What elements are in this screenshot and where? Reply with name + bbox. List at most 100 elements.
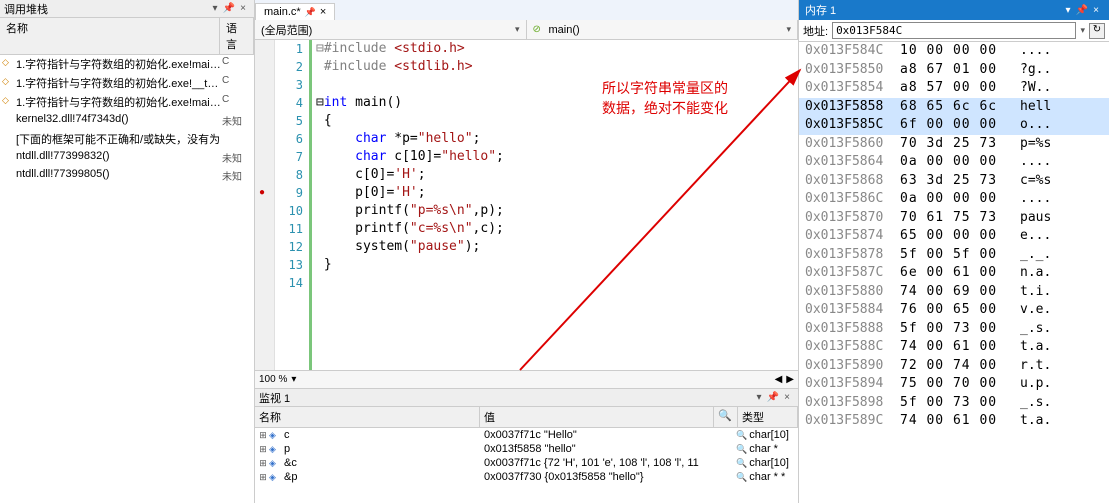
search-icon[interactable]: 🔍 — [714, 407, 738, 427]
col-name[interactable]: 名称 — [0, 18, 220, 54]
memory-row[interactable]: 0x013F588476 00 65 00v.e. — [799, 301, 1109, 320]
dock-icon[interactable]: ▾ — [752, 392, 766, 403]
code-line[interactable]: #include <stdlib.h> — [316, 58, 798, 76]
code-line[interactable] — [316, 274, 798, 292]
expand-icon[interactable]: ⊞ — [257, 444, 269, 455]
callstack-row[interactable]: ◇1.字符指针与字符数组的初始化.exe!__tmain C — [0, 74, 254, 93]
memory-row[interactable]: 0x013F588C74 00 61 00t.a. — [799, 338, 1109, 357]
tab-main-c[interactable]: main.c* 📌 × — [255, 3, 335, 20]
memory-row[interactable]: 0x013F589475 00 70 00u.p. — [799, 375, 1109, 394]
nav-left-icon[interactable]: ◀ — [775, 374, 783, 385]
memory-row[interactable]: 0x013F58985f 00 73 00_.s. — [799, 394, 1109, 413]
memory-row[interactable]: 0x013F585868 65 6c 6chell — [799, 98, 1109, 117]
chevron-down-icon[interactable]: ▾ — [1080, 25, 1085, 36]
code-area[interactable]: 所以字符串常量区的 数据，绝对不能变化 ⊟#include <stdio.h> … — [309, 40, 798, 370]
memory-row[interactable]: 0x013F58885f 00 73 00_.s. — [799, 320, 1109, 339]
code-line[interactable]: char c[10]="hello"; — [316, 148, 798, 166]
col-value[interactable]: 值 — [480, 407, 714, 427]
chevron-down-icon[interactable]: ▾ — [291, 374, 296, 385]
close-icon[interactable]: × — [320, 6, 326, 18]
code-line[interactable]: p[0]='H'; — [316, 184, 798, 202]
memory-row[interactable]: 0x013F585C6f 00 00 00o... — [799, 116, 1109, 135]
pin-icon[interactable]: 📌 — [305, 7, 316, 18]
memory-row[interactable]: 0x013F5854a8 57 00 00?W.. — [799, 79, 1109, 98]
pin-icon[interactable]: 📌 — [1075, 5, 1089, 16]
col-lang[interactable]: 语言 — [220, 18, 254, 54]
close-icon[interactable]: × — [236, 3, 250, 14]
memory-row[interactable]: 0x013F586C0a 00 00 00.... — [799, 190, 1109, 209]
breakpoint-slot[interactable] — [255, 256, 274, 274]
watch-row[interactable]: ⊞◈p0x013f5858 "hello"🔍char * — [255, 442, 798, 456]
scope-right[interactable]: ⊘ main() ▾ — [527, 20, 799, 39]
expand-icon[interactable]: ⊞ — [257, 458, 269, 469]
dock-icon[interactable]: ▾ — [1061, 5, 1075, 16]
code-line[interactable]: system("pause"); — [316, 238, 798, 256]
code-line[interactable]: ⊟#include <stdio.h> — [316, 40, 798, 58]
breakpoint-slot[interactable] — [255, 238, 274, 256]
memory-row[interactable]: 0x013F586863 3d 25 73c=%s — [799, 172, 1109, 191]
breakpoint-slot[interactable] — [255, 94, 274, 112]
watch-type: 🔍char * — [736, 443, 796, 455]
callstack-row[interactable]: [下面的框架可能不正确和/或缺失，没有为 — [0, 130, 254, 149]
watch-row[interactable]: ⊞◈c0x0037f71c "Hello"🔍char[10] — [255, 428, 798, 442]
code-line[interactable]: char *p="hello"; — [316, 130, 798, 148]
memory-row[interactable]: 0x013F589072 00 74 00r.t. — [799, 357, 1109, 376]
memory-row[interactable]: 0x013F587070 61 75 73paus — [799, 209, 1109, 228]
code-line[interactable] — [316, 76, 798, 94]
memory-row[interactable]: 0x013F58640a 00 00 00.... — [799, 153, 1109, 172]
memory-row[interactable]: 0x013F587C6e 00 61 00n.a. — [799, 264, 1109, 283]
nav-right-icon[interactable]: ▶ — [786, 374, 794, 385]
breakpoint-slot[interactable] — [255, 130, 274, 148]
code-line[interactable]: printf("p=%s\n",p); — [316, 202, 798, 220]
pin-icon[interactable]: ▾ — [208, 3, 222, 14]
breakpoint-slot[interactable] — [255, 76, 274, 94]
memory-row[interactable]: 0x013F5850a8 67 01 00?g.. — [799, 61, 1109, 80]
breakpoint-gutter[interactable]: ● — [255, 40, 275, 370]
memory-row[interactable]: 0x013F58785f 00 5f 00_._. — [799, 246, 1109, 265]
memory-row[interactable]: 0x013F587465 00 00 00e... — [799, 227, 1109, 246]
callstack-row[interactable]: kernel32.dll!74f7343d()未知 — [0, 112, 254, 130]
close-icon[interactable]: × — [780, 392, 794, 403]
expand-icon[interactable]: ⊞ — [257, 472, 269, 483]
breakpoint-slot[interactable] — [255, 220, 274, 238]
code-line[interactable]: } — [316, 256, 798, 274]
refresh-button[interactable]: ↻ — [1089, 23, 1105, 39]
breakpoint-slot[interactable] — [255, 112, 274, 130]
breakpoint-slot[interactable] — [255, 274, 274, 292]
callstack-list[interactable]: ◇1.字符指针与字符数组的初始化.exe!main(. C◇1.字符指针与字符数… — [0, 55, 254, 503]
breakpoint-slot[interactable] — [255, 202, 274, 220]
callstack-row[interactable]: ntdll.dll!77399832()未知 — [0, 149, 254, 167]
code-line[interactable]: printf("c=%s\n",c); — [316, 220, 798, 238]
memory-row[interactable]: 0x013F584C10 00 00 00.... — [799, 42, 1109, 61]
pin-icon[interactable]: 📌 — [766, 392, 780, 403]
memory-row[interactable]: 0x013F588074 00 69 00t.i. — [799, 283, 1109, 302]
callstack-row[interactable]: ntdll.dll!77399805()未知 — [0, 167, 254, 185]
breakpoint-icon[interactable]: ● — [255, 184, 274, 202]
pin-icon[interactable]: 📌 — [222, 3, 236, 14]
callstack-row[interactable]: ◇1.字符指针与字符数组的初始化.exe!mainC C — [0, 93, 254, 112]
code-line[interactable]: ⊟int main() — [316, 94, 798, 112]
callstack-row[interactable]: ◇1.字符指针与字符数组的初始化.exe!main(. C — [0, 55, 254, 74]
watch-row[interactable]: ⊞◈&p0x0037f730 {0x013f5858 "hello"}🔍char… — [255, 470, 798, 484]
address-input[interactable] — [832, 22, 1076, 39]
breakpoint-slot[interactable] — [255, 40, 274, 58]
memory-row[interactable]: 0x013F586070 3d 25 73p=%s — [799, 135, 1109, 154]
close-icon[interactable]: × — [1089, 5, 1103, 16]
code-line[interactable]: c[0]='H'; — [316, 166, 798, 184]
breakpoint-slot[interactable] — [255, 58, 274, 76]
watch-list[interactable]: ⊞◈c0x0037f71c "Hello"🔍char[10]⊞◈p0x013f5… — [255, 428, 798, 503]
zoom-level[interactable]: 100 % — [259, 374, 287, 385]
code-editor[interactable]: ● 1234567891011121314 所以字符串常量区的 数据，绝对不能变… — [255, 40, 798, 370]
frame-name: [下面的框架可能不正确和/或缺失，没有为 — [16, 131, 222, 147]
breakpoint-slot[interactable] — [255, 166, 274, 184]
watch-row[interactable]: ⊞◈&c0x0037f71c {72 'H', 101 'e', 108 'l'… — [255, 456, 798, 470]
breakpoint-slot[interactable] — [255, 148, 274, 166]
scope-left[interactable]: (全局范围) ▾ — [255, 20, 527, 39]
expand-icon[interactable]: ⊞ — [257, 430, 269, 441]
memory-dump[interactable]: 0x013F584C10 00 00 00....0x013F5850a8 67… — [799, 42, 1109, 503]
memory-row[interactable]: 0x013F589C74 00 61 00t.a. — [799, 412, 1109, 431]
code-line[interactable]: { — [316, 112, 798, 130]
col-type[interactable]: 类型 — [738, 407, 798, 427]
frame-lang: C — [222, 94, 252, 110]
col-name[interactable]: 名称 — [255, 407, 480, 427]
